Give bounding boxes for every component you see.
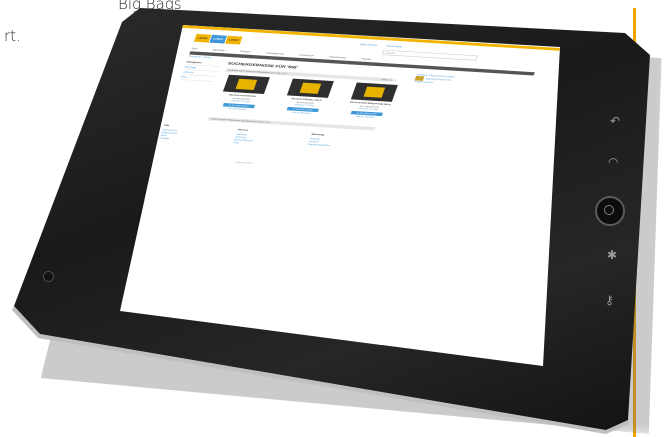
account-link[interactable]: Mein Konto: [360, 43, 378, 47]
promo-box[interactable]: Angebot: Wöchentliche Aktion Big-Bag-Ges…: [414, 74, 466, 86]
footer-column: Service Versand Zahlung Widerrufsrecht F…: [233, 129, 312, 149]
breadcrumb[interactable]: Startseite › Suche: [188, 55, 212, 59]
sidebar-item[interactable]: Filter: [180, 74, 215, 82]
nav-item[interactable]: Fasslagerung: [266, 52, 284, 55]
product-image[interactable]: [286, 78, 334, 98]
nav-item[interactable]: Gefahrstoff: [299, 54, 314, 57]
nav-item[interactable]: Regale: [361, 58, 371, 61]
back-icon[interactable]: ↶: [610, 114, 620, 128]
nav-item[interactable]: Big Bags: [213, 49, 225, 52]
cart-link[interactable]: Warenkorb: [386, 44, 403, 48]
shop-logo-part-3[interactable]: LOGO: [224, 35, 243, 45]
key-icon[interactable]: ⚷: [605, 293, 614, 307]
footer-column: Info Impressum Datenschutz AGB Kontakt: [159, 124, 238, 144]
copyright: © Big Bag Shop: [234, 160, 253, 165]
product-image[interactable]: [350, 82, 398, 102]
sidebar: Kategorien Big Bags Zubehör Filter: [180, 59, 221, 82]
shop-page: LOGO LOGO LOGO Mein Konto Warenkorb Such…: [121, 25, 560, 222]
footer-column: Beratung Anfrage Rückruf Katalog bestell…: [307, 133, 385, 150]
product-card: BIG-BAG-ENTLEERSTATION BIB-E ab 1.289,00…: [340, 82, 403, 119]
wishlist-link[interactable]: Auf die Merkliste: [276, 110, 328, 115]
wishlist-link[interactable]: Auf die Merkliste: [340, 114, 392, 119]
account-nav: Mein Konto Warenkorb: [360, 43, 411, 49]
nav-item[interactable]: Zubehör: [240, 50, 251, 53]
wishlist-link[interactable]: Auf die Merkliste: [212, 106, 264, 111]
product-card: BIG-BAG-STATION BIB ab 389,00 EUR Liefer…: [212, 74, 275, 111]
settings-icon[interactable]: ✱: [607, 248, 617, 262]
home-button[interactable]: [595, 196, 625, 226]
front-camera: [43, 271, 54, 282]
nav-item[interactable]: Start: [191, 47, 198, 50]
tablet: LOGO LOGO LOGO Mein Konto Warenkorb Such…: [0, 0, 671, 437]
nav-item[interactable]: Arbeitsschutz: [329, 56, 347, 59]
product-image[interactable]: [222, 74, 270, 95]
main-nav: Start Big Bags Zubehör Fasslagerung Gefa…: [191, 47, 536, 70]
wifi-icon: ◠: [608, 155, 619, 169]
product-card: BIG-BAG-GESTELL BIB-S ab 549,00 EUR Lief…: [276, 78, 339, 115]
